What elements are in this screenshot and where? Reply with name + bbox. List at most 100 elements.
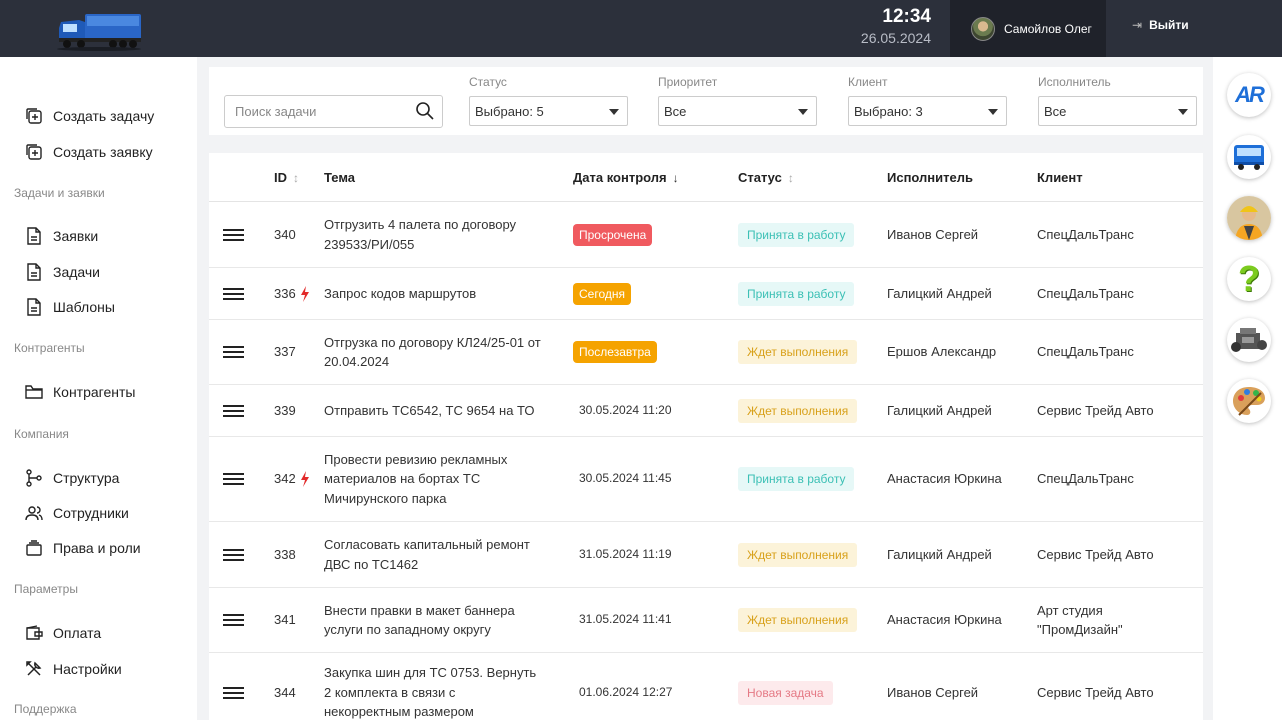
task-topic[interactable]: Закупка шин для ТС 0753. Вернуть 2 компл… <box>324 663 544 720</box>
cell-status: Принята в работу <box>738 437 855 521</box>
cell-control-date: Послезавтра <box>573 320 713 384</box>
sidebar-item-label: Создать задачу <box>53 108 155 124</box>
sort-icon[interactable]: ↕ <box>293 171 299 185</box>
column-header-topic: Тема <box>324 170 355 185</box>
client-name: СпецДальТранс <box>1037 344 1134 360</box>
status-filter-select[interactable]: Выбрано: 5 <box>469 96 628 126</box>
cell-client: СпецДальТранс <box>1037 320 1187 384</box>
control-date-text: 31.05.2024 11:41 <box>579 612 672 627</box>
cell-executor: Галицкий Андрей <box>887 268 992 319</box>
task-topic[interactable]: Запрос кодов маршрутов <box>324 284 476 304</box>
avatar <box>971 16 995 41</box>
drag-handle[interactable] <box>223 385 244 436</box>
plus-square-icon <box>25 107 43 125</box>
search-box <box>224 95 443 128</box>
table-row[interactable]: 344 Закупка шин для ТС 0753. Вернуть 2 ко… <box>209 653 1203 720</box>
table-row[interactable]: 336 Запрос кодов маршрутов Сегодня Принята … <box>209 268 1203 320</box>
drag-handle-icon <box>223 346 244 358</box>
table-row[interactable]: 339 Отправить ТС6542, ТС 9654 на ТО 30.05.… <box>209 385 1203 437</box>
sidebar-item-label: Шаблоны <box>53 299 115 315</box>
sort-desc-icon[interactable]: ↓ <box>673 171 679 185</box>
sidebar-item-counterparties[interactable]: Контрагенты <box>25 382 135 402</box>
sidebar-item-requests[interactable]: Заявки <box>25 226 98 246</box>
search-icon[interactable] <box>415 101 435 126</box>
question-icon[interactable]: ? <box>1227 257 1271 301</box>
cell-topic[interactable]: Согласовать капитальный ремонт ДВС по ТС… <box>324 522 544 587</box>
sidebar-item-structure[interactable]: Структура <box>25 468 119 488</box>
cell-client: Сервис Трейд Авто <box>1037 385 1187 436</box>
table-row[interactable]: 337 Отгрузка по договору КЛ24/25-01 от 20… <box>209 320 1203 385</box>
sidebar-item-tasks[interactable]: Задачи <box>25 262 100 282</box>
cell-topic[interactable]: Отправить ТС6542, ТС 9654 на ТО <box>324 385 544 436</box>
executor-name: Ершов Александр <box>887 344 997 360</box>
engine-icon[interactable] <box>1227 318 1271 362</box>
table-row[interactable]: 338 Согласовать капитальный ремонт ДВС по… <box>209 522 1203 588</box>
truck-icon[interactable] <box>1227 135 1271 179</box>
executor-name: Анастасия Юркина <box>887 612 1002 628</box>
drag-handle[interactable] <box>223 653 244 720</box>
task-id: 339 <box>274 402 296 418</box>
drag-handle[interactable] <box>223 320 244 384</box>
executor-filter-select[interactable]: Все <box>1038 96 1197 126</box>
sidebar-section-company: Компания <box>14 427 69 441</box>
cell-executor: Галицкий Андрей <box>887 522 992 587</box>
cell-client: Арт студия "ПромДизайн" <box>1037 588 1187 652</box>
column-header-control-date[interactable]: Дата контроля ↓ <box>573 170 679 185</box>
priority-filter-select[interactable]: Все <box>658 96 817 126</box>
drag-handle[interactable] <box>223 437 244 521</box>
drag-handle[interactable] <box>223 202 244 267</box>
column-header-label: Исполнитель <box>887 170 973 185</box>
table-row[interactable]: 340 Отгрузить 4 палета по договору 239533… <box>209 202 1203 268</box>
task-topic[interactable]: Согласовать капитальный ремонт ДВС по ТС… <box>324 535 544 574</box>
cell-topic[interactable]: Закупка шин для ТС 0753. Вернуть 2 компл… <box>324 653 544 720</box>
task-topic[interactable]: Провести ревизию рекламных материалов на… <box>324 450 544 509</box>
status-filter-label: Статус <box>469 75 507 89</box>
cell-id: 336 <box>274 268 310 319</box>
sidebar-item-templates[interactable]: Шаблоны <box>25 297 115 317</box>
palette-icon[interactable] <box>1227 379 1271 423</box>
cell-control-date: 31.05.2024 11:41 <box>573 588 713 652</box>
sidebar-item-create-request[interactable]: Создать заявку <box>25 142 153 162</box>
search-input[interactable] <box>225 96 405 127</box>
sidebar-item-settings[interactable]: Настройки <box>25 659 122 679</box>
drag-handle[interactable] <box>223 522 244 587</box>
client-filter-select[interactable]: Выбрано: 3 <box>848 96 1007 126</box>
sidebar-item-label: Настройки <box>53 661 122 677</box>
column-header-status[interactable]: Статус ↕ <box>738 170 794 185</box>
sidebar-item-label: Заявки <box>53 228 99 244</box>
table-row[interactable]: 342 Провести ревизию рекламных материалов… <box>209 437 1203 522</box>
drag-handle[interactable] <box>223 268 244 319</box>
users-icon <box>25 504 43 522</box>
status-badge: Ждет выполнения <box>738 542 858 567</box>
task-topic[interactable]: Отгрузка по договору КЛ24/25-01 от 20.04… <box>324 333 544 372</box>
client-name: Арт студия "ПромДизайн" <box>1037 602 1123 638</box>
task-topic[interactable]: Отгрузить 4 палета по договору 239533/РИ… <box>324 215 544 254</box>
task-topic[interactable]: Внести правки в макет баннера услуги по … <box>324 601 544 640</box>
column-header-id[interactable]: ID ↕ <box>274 170 299 185</box>
sidebar-item-rights[interactable]: Права и роли <box>25 538 141 558</box>
client-name: Сервис Трейд Авто <box>1037 546 1154 562</box>
client-filter-label: Клиент <box>848 75 888 89</box>
sort-icon[interactable]: ↕ <box>788 171 794 185</box>
cell-control-date: 01.06.2024 12:27 <box>573 653 713 720</box>
branch-icon <box>25 469 43 487</box>
sidebar-item-employees[interactable]: Сотрудники <box>25 503 129 523</box>
drag-handle-icon <box>223 404 244 417</box>
cell-topic[interactable]: Отгрузка по договору КЛ24/25-01 от 20.04… <box>324 320 544 384</box>
sidebar-item-create-task[interactable]: Создать задачу <box>25 106 154 126</box>
cell-topic[interactable]: Запрос кодов маршрутов <box>324 268 544 319</box>
drag-handle[interactable] <box>223 588 244 652</box>
task-id: 344 <box>274 684 296 700</box>
task-topic[interactable]: Отправить ТС6542, ТС 9654 на ТО <box>324 401 535 421</box>
truck-logo-icon[interactable] <box>55 8 143 52</box>
sidebar-item-payment[interactable]: Оплата <box>25 623 101 643</box>
cell-topic[interactable]: Внести правки в макет баннера услуги по … <box>324 588 544 652</box>
cell-status: Принята в работу <box>738 202 855 267</box>
user-menu[interactable]: Самойлов Олег <box>950 0 1106 57</box>
ar-logo-icon[interactable]: AR <box>1227 73 1271 117</box>
worker-icon[interactable] <box>1227 196 1271 240</box>
logout-button[interactable]: ⇥ Выйти <box>1132 18 1189 32</box>
cell-topic[interactable]: Отгрузить 4 палета по договору 239533/РИ… <box>324 202 544 267</box>
table-row[interactable]: 341 Внести правки в макет баннера услуги … <box>209 588 1203 653</box>
cell-topic[interactable]: Провести ревизию рекламных материалов на… <box>324 437 544 521</box>
